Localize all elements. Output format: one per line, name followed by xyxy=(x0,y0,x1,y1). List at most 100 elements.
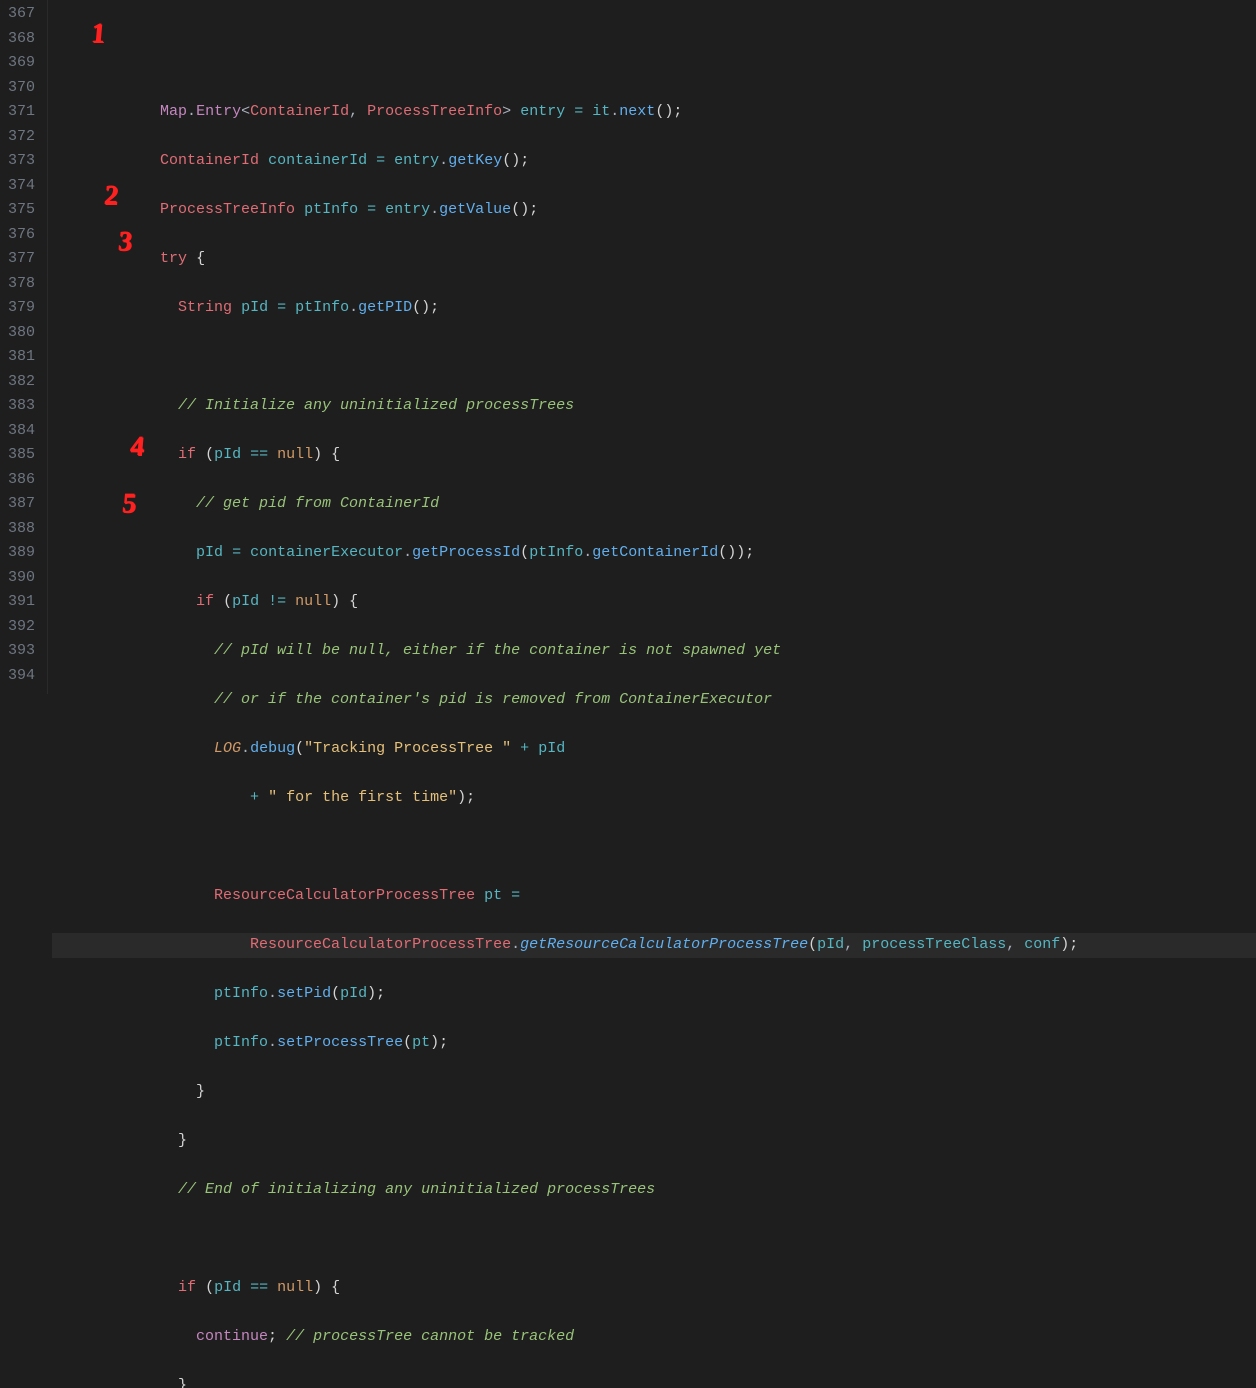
variable-token: ptInfo xyxy=(214,1034,268,1051)
code-line[interactable]: try { xyxy=(52,247,1256,272)
code-line[interactable]: // End of initializing any uninitialized… xyxy=(52,1178,1256,1203)
comment-token: // pId will be null, either if the conta… xyxy=(214,642,781,659)
variable-token: ptInfo xyxy=(214,985,268,1002)
null-token: null xyxy=(295,593,331,610)
comment-token: // processTree cannot be tracked xyxy=(286,1328,574,1345)
code-line[interactable]: ptInfo.setProcessTree(pt); xyxy=(52,1031,1256,1056)
code-line[interactable]: ProcessTreeInfo ptInfo = entry.getValue(… xyxy=(52,198,1256,223)
type-token: ProcessTreeInfo xyxy=(367,103,502,120)
code-line[interactable] xyxy=(52,51,1256,76)
code-area[interactable]: Map.Entry<ContainerId, ProcessTreeInfo> … xyxy=(48,0,1256,694)
line-number: 371 xyxy=(0,100,35,125)
code-line[interactable]: if (pId != null) { xyxy=(52,590,1256,615)
variable-token: entry xyxy=(394,152,439,169)
variable-token: pId xyxy=(214,1279,241,1296)
comment-token: // Initialize any uninitialized processT… xyxy=(178,397,574,414)
variable-token: pt xyxy=(412,1034,430,1051)
type-token: ContainerId xyxy=(250,103,349,120)
code-line[interactable]: LOG.debug("Tracking ProcessTree " + pId xyxy=(52,737,1256,762)
line-number: 368 xyxy=(0,27,35,52)
variable-token: conf xyxy=(1024,936,1060,953)
method-token: setPid xyxy=(277,985,331,1002)
code-line[interactable]: } xyxy=(52,1080,1256,1105)
code-line[interactable]: // get pid from ContainerId xyxy=(52,492,1256,517)
variable-token: pId xyxy=(232,593,259,610)
keyword-token: try xyxy=(160,250,187,267)
line-number: 393 xyxy=(0,639,35,664)
code-line[interactable]: } xyxy=(52,1129,1256,1154)
line-number: 388 xyxy=(0,517,35,542)
variable-token: pt xyxy=(484,887,502,904)
code-line[interactable]: } xyxy=(52,1374,1256,1388)
code-line[interactable]: String pId = ptInfo.getPID(); xyxy=(52,296,1256,321)
code-line[interactable] xyxy=(52,345,1256,370)
line-number: 383 xyxy=(0,394,35,419)
variable-token: ptInfo xyxy=(304,201,358,218)
line-number: 379 xyxy=(0,296,35,321)
line-number: 391 xyxy=(0,590,35,615)
code-line[interactable]: ResourceCalculatorProcessTree pt = xyxy=(52,884,1256,909)
variable-token: entry xyxy=(520,103,565,120)
line-number: 373 xyxy=(0,149,35,174)
line-number: 381 xyxy=(0,345,35,370)
code-line[interactable]: Map.Entry<ContainerId, ProcessTreeInfo> … xyxy=(52,100,1256,125)
type-token: ContainerId xyxy=(160,152,259,169)
code-line[interactable]: ptInfo.setPid(pId); xyxy=(52,982,1256,1007)
line-number: 378 xyxy=(0,272,35,297)
line-number: 386 xyxy=(0,468,35,493)
variable-token: pId xyxy=(214,446,241,463)
line-number: 380 xyxy=(0,321,35,346)
method-token: debug xyxy=(250,740,295,757)
line-number: 385 xyxy=(0,443,35,468)
code-editor[interactable]: 3673683693703713723733743753763773783793… xyxy=(0,0,1256,694)
code-line[interactable]: + " for the first time"); xyxy=(52,786,1256,811)
type-token: ResourceCalculatorProcessTree xyxy=(250,936,511,953)
variable-token: pId xyxy=(817,936,844,953)
code-line[interactable]: ContainerId containerId = entry.getKey()… xyxy=(52,149,1256,174)
string-token: " for the first time" xyxy=(268,789,457,806)
line-number: 390 xyxy=(0,566,35,591)
null-token: null xyxy=(277,446,313,463)
code-line[interactable]: // pId will be null, either if the conta… xyxy=(52,639,1256,664)
line-number: 369 xyxy=(0,51,35,76)
code-line[interactable] xyxy=(52,835,1256,860)
comment-token: // End of initializing any uninitialized… xyxy=(178,1181,655,1198)
method-token: getValue xyxy=(439,201,511,218)
method-token: getProcessId xyxy=(412,544,520,561)
code-line[interactable]: pId = containerExecutor.getProcessId(ptI… xyxy=(52,541,1256,566)
method-token: getResourceCalculatorProcessTree xyxy=(520,936,808,953)
code-line[interactable] xyxy=(52,1227,1256,1252)
line-number: 374 xyxy=(0,174,35,199)
variable-token: pId xyxy=(340,985,367,1002)
line-number: 389 xyxy=(0,541,35,566)
keyword-token: continue xyxy=(196,1328,268,1345)
type-token: String xyxy=(178,299,232,316)
line-number: 394 xyxy=(0,664,35,689)
line-number: 392 xyxy=(0,615,35,640)
method-token: getKey xyxy=(448,152,502,169)
line-number: 376 xyxy=(0,223,35,248)
code-line[interactable]: // Initialize any uninitialized processT… xyxy=(52,394,1256,419)
line-number: 377 xyxy=(0,247,35,272)
variable-token: ptInfo xyxy=(295,299,349,316)
code-line-highlighted[interactable]: ResourceCalculatorProcessTree.getResourc… xyxy=(52,933,1256,958)
code-line[interactable]: if (pId == null) { xyxy=(52,1276,1256,1301)
string-token: "Tracking ProcessTree " xyxy=(304,740,511,757)
code-line[interactable]: continue; // processTree cannot be track… xyxy=(52,1325,1256,1350)
variable-token: ptInfo xyxy=(529,544,583,561)
code-line[interactable]: if (pId == null) { xyxy=(52,443,1256,468)
keyword-token: if xyxy=(196,593,214,610)
code-line[interactable]: // or if the container's pid is removed … xyxy=(52,688,1256,713)
line-number: 372 xyxy=(0,125,35,150)
type-token: ProcessTreeInfo xyxy=(160,201,295,218)
variable-token: containerId xyxy=(268,152,367,169)
method-token: setProcessTree xyxy=(277,1034,403,1051)
line-number: 370 xyxy=(0,76,35,101)
type-token: Map xyxy=(160,103,187,120)
keyword-token: if xyxy=(178,1279,196,1296)
variable-token: processTreeClass xyxy=(862,936,1006,953)
variable-token: pId xyxy=(196,544,223,561)
method-token: getPID xyxy=(358,299,412,316)
method-token: next xyxy=(619,103,655,120)
line-number-gutter: 3673683693703713723733743753763773783793… xyxy=(0,0,48,694)
